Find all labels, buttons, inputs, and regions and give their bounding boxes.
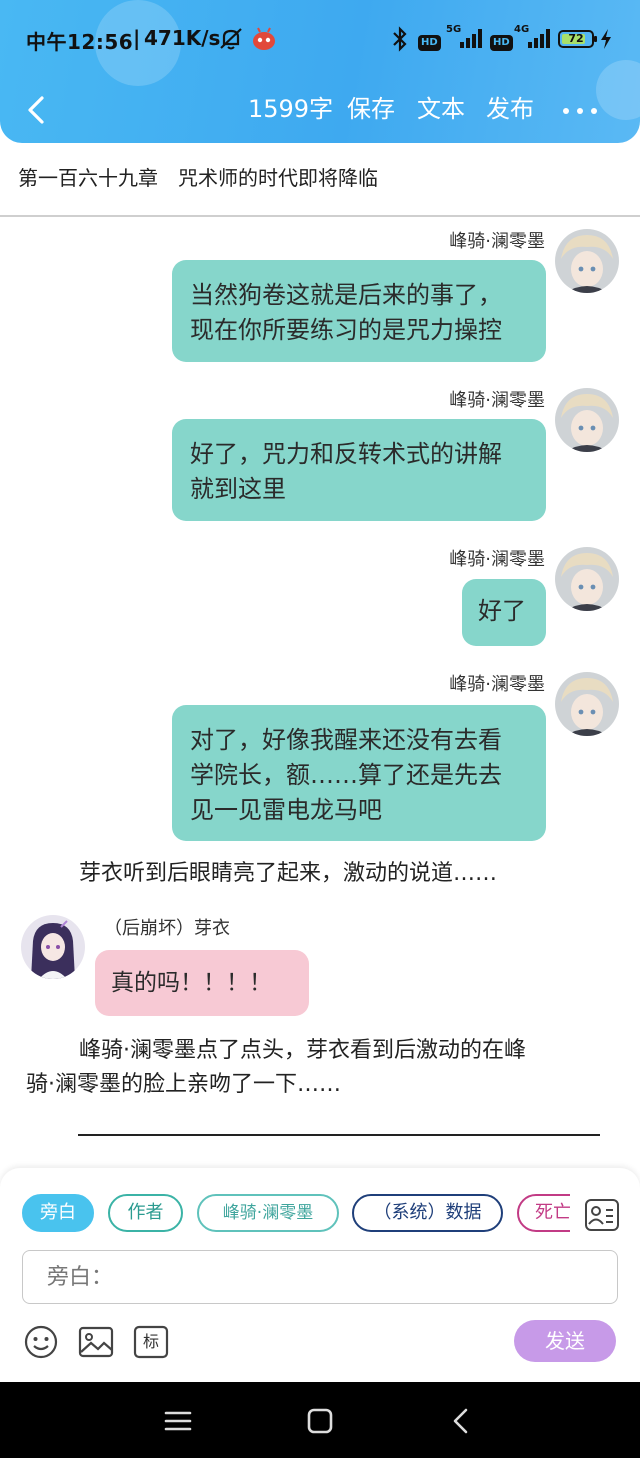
narration-line: 峰骑·澜零墨点了点头，芽衣看到后激动的在峰 [79, 1038, 526, 1063]
content-end-divider [78, 1134, 600, 1136]
app-notification-icon [252, 26, 276, 56]
hd-badge-2: HD [490, 30, 513, 51]
title-divider [0, 215, 640, 217]
publish-button[interactable]: 发布 [486, 92, 534, 126]
hd-badge-1: HD [418, 30, 441, 51]
role-chip-narrator[interactable]: 旁白 [22, 1194, 94, 1232]
bluetooth-icon [390, 26, 410, 56]
send-button[interactable]: 发送 [514, 1320, 616, 1362]
chat-bubble[interactable]: 好了，咒力和反转术式的讲解 就到这里 [172, 419, 546, 521]
narration-line: 骑·澜零墨的脸上亲吻了一下…… [26, 1072, 341, 1097]
narration-text[interactable]: 芽衣听到后眼睛亮了起来，激动的说道…… [79, 857, 497, 891]
role-chip-system-data[interactable]: （系统）数据 [352, 1194, 503, 1232]
avatar[interactable] [555, 672, 619, 736]
image-icon[interactable] [77, 1324, 115, 1360]
mute-icon [218, 26, 244, 56]
speaker-name: 峰骑·澜零墨 [449, 231, 545, 252]
bubble-line: 学院长，额……算了还是先去 [190, 761, 502, 789]
speaker-name: 峰骑·澜零墨 [449, 549, 545, 570]
word-count: 1599字 [248, 95, 334, 123]
bubble-line: 真的吗！！！！ [111, 970, 272, 996]
bubble-line: 当然狗卷这就是后来的事了， [190, 281, 502, 309]
chat-bubble[interactable]: 对了，好像我醒来还没有去看 学院长，额……算了还是先去 见一见雷电龙马吧 [172, 705, 546, 841]
bubble-line: 对了，好像我醒来还没有去看 [190, 726, 502, 754]
status-bar: 中午12:56 | 471K/s HD 5G HD 4G 72 [0, 20, 640, 60]
role-chip-fengqi[interactable]: 峰骑·澜零墨 [197, 1194, 339, 1232]
avatar[interactable] [21, 915, 85, 979]
mark-label: 标 [142, 1332, 159, 1351]
chat-bubble[interactable]: 好了 [462, 579, 546, 646]
back-nav-icon[interactable] [444, 1404, 480, 1438]
speaker-name: 峰骑·澜零墨 [449, 674, 545, 695]
message-input-box [22, 1250, 618, 1304]
role-chip-death[interactable]: 死亡 [517, 1194, 570, 1232]
battery-level: 72 [568, 32, 584, 45]
avatar[interactable] [555, 547, 619, 611]
signal-icon-5g: 5G [446, 24, 486, 56]
text-button[interactable]: 文本 [417, 92, 465, 126]
network-speed: 471K/s [144, 26, 221, 50]
more-options-button[interactable] [560, 92, 600, 126]
bubble-line: 好了，咒力和反转术式的讲解 [190, 440, 502, 468]
role-selector: 旁白 作者 峰骑·澜零墨 （系统）数据 死亡 [22, 1194, 570, 1236]
status-separator: | [133, 26, 141, 50]
composer-panel: 旁白 作者 峰骑·澜零墨 （系统）数据 死亡 标 发送 [0, 1168, 640, 1382]
app-header: 中午12:56 | 471K/s HD 5G HD 4G 72 1599字 保存… [0, 0, 640, 143]
bubble-line: 好了 [478, 597, 526, 625]
chat-bubble[interactable]: 真的吗！！！！ [95, 950, 309, 1016]
avatar[interactable] [555, 229, 619, 293]
role-chip-author[interactable]: 作者 [108, 1194, 183, 1232]
chat-bubble[interactable]: 当然狗卷这就是后来的事了， 现在你所要练习的是咒力操控 [172, 260, 546, 362]
battery-icon: 72 [558, 30, 597, 48]
bubble-line: 见一见雷电龙马吧 [190, 796, 382, 824]
nav-bar: 1599字 保存 文本 发布 [0, 86, 640, 132]
avatar[interactable] [555, 388, 619, 452]
contacts-icon[interactable] [584, 1198, 620, 1232]
chapter-title: 第一百六十九章 咒术师的时代即将降临 [18, 166, 378, 190]
narration-text[interactable]: 峰骑·澜零墨点了点头，芽衣看到后激动的在峰 骑·澜零墨的脸上亲吻了一下…… [26, 1034, 626, 1102]
menu-icon[interactable] [160, 1404, 196, 1438]
speaker-name: （后崩坏）芽衣 [104, 918, 230, 939]
charging-icon [600, 28, 612, 54]
save-button[interactable]: 保存 [347, 92, 395, 126]
emoji-icon[interactable] [22, 1324, 60, 1360]
status-time: 中午12:56 [26, 30, 134, 54]
speaker-name: 峰骑·澜零墨 [449, 390, 545, 411]
system-nav-bar [0, 1382, 640, 1458]
home-icon[interactable] [302, 1404, 338, 1438]
bubble-line: 就到这里 [190, 475, 286, 503]
bubble-line: 现在你所要练习的是咒力操控 [190, 316, 502, 344]
signal-icon-4g: 4G [514, 24, 554, 56]
chevron-left-icon [28, 96, 44, 124]
back-button[interactable] [20, 92, 56, 128]
mark-button[interactable]: 标 [132, 1324, 170, 1360]
message-input[interactable] [23, 1251, 617, 1303]
